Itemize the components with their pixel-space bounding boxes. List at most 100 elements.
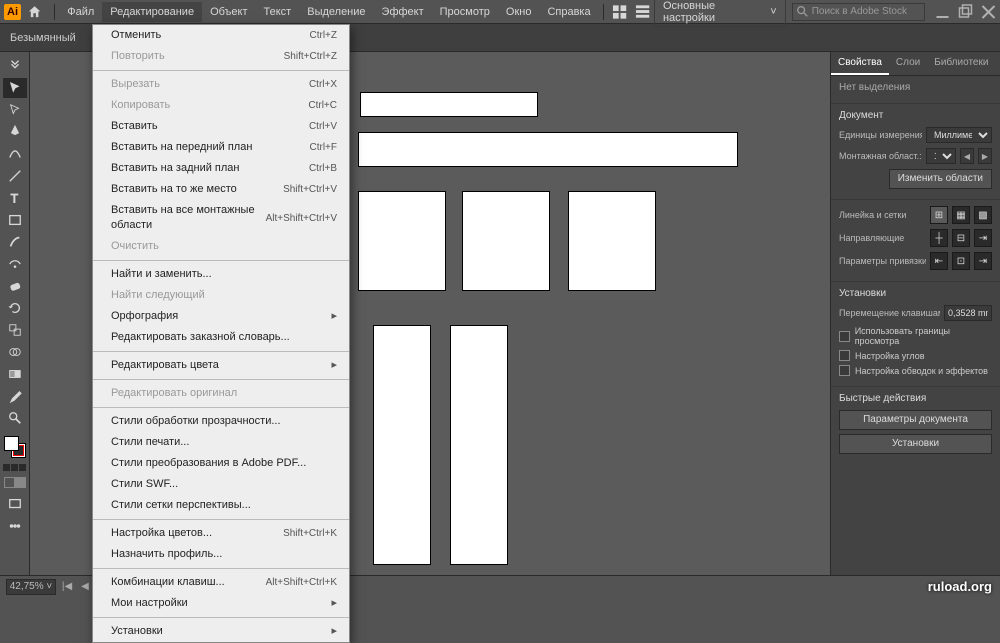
drawing-mode-icons[interactable] <box>4 477 26 488</box>
restore-icon[interactable] <box>956 4 975 20</box>
snap-grid-icon[interactable]: ⊡ <box>952 252 970 270</box>
checkbox[interactable] <box>839 350 850 361</box>
eyedropper-tool-icon[interactable] <box>3 386 27 406</box>
menu-item: КопироватьCtrl+C <box>93 95 349 116</box>
menu-item[interactable]: Стили преобразования в Adobe PDF... <box>93 453 349 474</box>
menu-выделение[interactable]: Выделение <box>299 2 373 22</box>
home-icon[interactable] <box>27 4 42 20</box>
menu-item: Редактировать оригинал <box>93 383 349 404</box>
guides-visibility-icon[interactable]: ┼ <box>930 229 948 247</box>
rotate-tool-icon[interactable] <box>3 298 27 318</box>
shape-builder-tool-icon[interactable] <box>3 342 27 362</box>
checkbox[interactable] <box>839 331 850 342</box>
menu-item[interactable]: Мои настройки▸ <box>93 593 349 614</box>
shaper-tool-icon[interactable] <box>3 254 27 274</box>
brush-tool-icon[interactable] <box>3 232 27 252</box>
menu-item[interactable]: Назначить профиль... <box>93 544 349 565</box>
menu-item[interactable]: Установки▸ <box>93 621 349 642</box>
smart-guides-icon[interactable]: ⇥ <box>974 229 992 247</box>
zoom-level-input[interactable]: 42,75% ˅ <box>6 579 56 595</box>
menu-item[interactable]: ОтменитьCtrl+Z <box>93 25 349 46</box>
artboard[interactable] <box>358 191 446 291</box>
menu-item[interactable]: Вставить на все монтажные областиAlt+Shi… <box>93 200 349 236</box>
curvature-tool-icon[interactable] <box>3 144 27 164</box>
zoom-tool-icon[interactable] <box>3 408 27 428</box>
snap-pixel-icon[interactable]: ⇥ <box>974 252 992 270</box>
menu-item[interactable]: Стили печати... <box>93 432 349 453</box>
menu-item[interactable]: Вставить на то же местоShift+Ctrl+V <box>93 179 349 200</box>
snap-point-icon[interactable]: ⇤ <box>930 252 948 270</box>
arrange-docs-icon[interactable] <box>612 4 627 20</box>
prev-artboard-button[interactable]: ◀ <box>960 148 974 164</box>
menu-item[interactable]: Стили сетки перспективы... <box>93 495 349 516</box>
section-settings: Установки <box>839 288 992 299</box>
document-tab[interactable]: Безымянный <box>0 24 90 51</box>
menu-item: ПовторитьShift+Ctrl+Z <box>93 46 349 67</box>
artboard[interactable] <box>373 325 431 565</box>
menu-редактирование[interactable]: Редактирование <box>102 2 202 22</box>
panel-tabs: Свойства Слои Библиотеки <box>831 52 1000 76</box>
menu-эффект[interactable]: Эффект <box>374 2 432 22</box>
menu-item[interactable]: ВставитьCtrl+V <box>93 116 349 137</box>
ruler-icon[interactable]: ⊞ <box>930 206 948 224</box>
workspace-preset-dropdown[interactable]: Основные настройки ˅ <box>654 0 786 27</box>
menu-item[interactable]: Стили обработки прозрачности... <box>93 411 349 432</box>
selection-tool-icon[interactable] <box>3 78 27 98</box>
document-setup-button[interactable]: Параметры документа <box>839 410 992 430</box>
tab-properties[interactable]: Свойства <box>831 52 889 75</box>
next-artboard-button[interactable]: ▶ <box>978 148 992 164</box>
menu-объект[interactable]: Объект <box>202 2 255 22</box>
line-tool-icon[interactable] <box>3 166 27 186</box>
type-tool-icon[interactable]: T <box>3 188 27 208</box>
menu-item[interactable]: Найти и заменить... <box>93 264 349 285</box>
menu-item[interactable]: Вставить на задний планCtrl+B <box>93 158 349 179</box>
grid-icon[interactable]: ▦ <box>952 206 970 224</box>
artboard[interactable] <box>358 132 738 167</box>
stock-search-input[interactable]: Поиск в Adobe Stock <box>792 3 925 21</box>
minimize-icon[interactable] <box>933 4 952 20</box>
units-dropdown[interactable]: Миллиметры <box>926 127 992 143</box>
pen-tool-icon[interactable] <box>3 122 27 142</box>
menu-item[interactable]: Редактировать заказной словарь... <box>93 327 349 348</box>
screen-mode-icon[interactable] <box>3 494 27 514</box>
color-mode-icons[interactable] <box>3 464 26 471</box>
checkbox[interactable] <box>839 365 850 376</box>
fill-stroke-swatches[interactable] <box>4 436 26 458</box>
menu-файл[interactable]: Файл <box>59 2 102 22</box>
menu-item: Очистить <box>93 236 349 257</box>
artboard[interactable] <box>360 92 538 117</box>
artboard[interactable] <box>462 191 550 291</box>
first-artboard-icon[interactable]: |◀ <box>60 580 74 594</box>
menu-item[interactable]: Комбинации клавиш...Alt+Shift+Ctrl+K <box>93 572 349 593</box>
artboard[interactable] <box>568 191 656 291</box>
menu-item[interactable]: Вставить на передний планCtrl+F <box>93 137 349 158</box>
menu-item[interactable]: Стили SWF... <box>93 474 349 495</box>
edit-artboards-button[interactable]: Изменить области <box>889 169 992 189</box>
preferences-button[interactable]: Установки <box>839 434 992 454</box>
prev-artboard-icon[interactable]: ◀ <box>78 580 92 594</box>
scale-tool-icon[interactable] <box>3 320 27 340</box>
expand-tools-icon[interactable] <box>3 56 27 76</box>
artboard[interactable] <box>450 325 508 565</box>
transparency-grid-icon[interactable]: ▩ <box>974 206 992 224</box>
menu-item[interactable]: Орфография▸ <box>93 306 349 327</box>
tab-libraries[interactable]: Библиотеки <box>927 52 995 75</box>
gradient-tool-icon[interactable] <box>3 364 27 384</box>
menu-просмотр[interactable]: Просмотр <box>432 2 498 22</box>
guides-lock-icon[interactable]: ⊟ <box>952 229 970 247</box>
rectangle-tool-icon[interactable] <box>3 210 27 230</box>
close-icon[interactable] <box>979 4 998 20</box>
menu-item[interactable]: Редактировать цвета▸ <box>93 355 349 376</box>
key-move-input[interactable] <box>944 305 992 321</box>
menu-текст[interactable]: Текст <box>256 2 300 22</box>
edit-toolbar-icon[interactable] <box>3 516 27 536</box>
artboard-dropdown[interactable]: 1 <box>926 148 956 164</box>
direct-selection-tool-icon[interactable] <box>3 100 27 120</box>
menu-item[interactable]: Настройка цветов...Shift+Ctrl+K <box>93 523 349 544</box>
eraser-tool-icon[interactable] <box>3 276 27 296</box>
tab-layers[interactable]: Слои <box>889 52 927 75</box>
workspace-switcher-icon[interactable] <box>635 4 650 20</box>
menu-окно[interactable]: Окно <box>498 2 540 22</box>
menu-справка[interactable]: Справка <box>539 2 598 22</box>
units-label: Единицы измерения: <box>839 130 922 140</box>
